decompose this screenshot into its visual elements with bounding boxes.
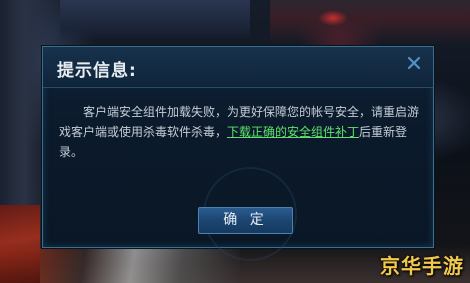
dialog-message: 客户端安全组件加载失败，为更好保障您的帐号安全，请重启游戏客户端或使用杀毒软件杀… <box>59 102 419 162</box>
watermark-logo: 京华手游 <box>380 254 464 278</box>
dialog-header: 提示信息: <box>43 47 433 88</box>
close-button[interactable] <box>405 54 423 72</box>
alert-dialog: 提示信息: 客户端安全组件加载失败，为更好保障您的帐号安全，请重启游戏客户端或使… <box>42 46 434 261</box>
confirm-button[interactable]: 确 定 <box>198 207 293 234</box>
background-art-bottom-left <box>0 205 40 283</box>
background-art-top <box>60 0 250 40</box>
dialog-title: 提示信息: <box>57 61 137 81</box>
background-red-eye-glow <box>318 10 348 26</box>
close-icon <box>407 56 421 70</box>
game-background: 提示信息: 客户端安全组件加载失败，为更好保障您的帐号安全，请重启游戏客户端或使… <box>0 0 470 283</box>
download-patch-link[interactable]: 下载正确的安全组件补丁 <box>227 125 359 139</box>
background-art-top-right <box>270 0 470 45</box>
background-art-bottom-logo <box>0 248 240 283</box>
